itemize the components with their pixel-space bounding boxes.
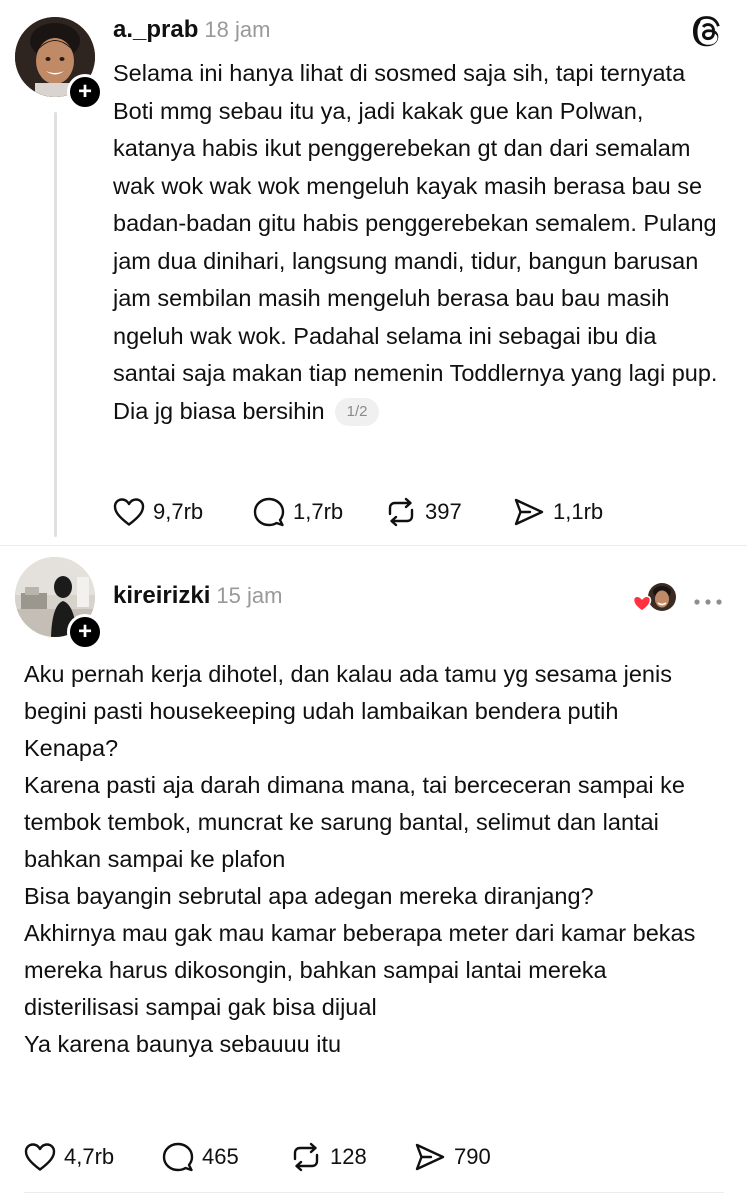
paragraph: Ya karena baunya sebauuu itu [24, 1031, 342, 1057]
repost-button[interactable]: 397 [385, 497, 513, 527]
repost-icon [293, 1142, 319, 1172]
reply-button[interactable]: 1,7rb [253, 496, 385, 528]
username[interactable]: a._prab [113, 16, 198, 44]
repost-count: 397 [425, 499, 462, 524]
post-actions: 4,7rb 465 128 790 [24, 1141, 534, 1173]
post-divider [24, 1192, 724, 1193]
post-body: Selama ini hanya lihat di sosmed saja si… [113, 55, 723, 430]
reply-count: 465 [202, 1144, 239, 1169]
like-count: 4,7rb [64, 1144, 115, 1169]
share-count: 790 [454, 1144, 491, 1169]
paragraph: Aku pernah kerja dihotel, dan kalau ada … [24, 661, 672, 724]
post-header: kireirizki 15 jam [113, 582, 282, 610]
reply-count: 1,7rb [293, 499, 344, 524]
username[interactable]: kireirizki [113, 582, 210, 610]
repost-count: 128 [330, 1144, 367, 1169]
paragraph: Kenapa? [24, 735, 119, 761]
reply-button[interactable]: 465 [162, 1141, 290, 1173]
share-button[interactable]: 1,1rb [513, 497, 633, 527]
threads-logo-icon[interactable] [693, 16, 725, 48]
page-indicator[interactable]: 1/2 [334, 398, 380, 427]
timestamp: 15 jam [216, 583, 283, 608]
heart-icon [113, 498, 145, 526]
post-body: Aku pernah kerja dihotel, dan kalau ada … [24, 656, 724, 1063]
follow-button[interactable]: + [67, 614, 103, 650]
post-actions: 9,7rb 1,7rb 397 1,1rb [113, 496, 633, 528]
like-button[interactable]: 4,7rb [24, 1142, 162, 1172]
share-count: 1,1rb [553, 499, 604, 524]
repost-icon [388, 497, 414, 527]
post-text: Selama ini hanya lihat di sosmed saja si… [113, 60, 718, 424]
repost-button[interactable]: 128 [290, 1142, 414, 1172]
share-icon [415, 1143, 445, 1171]
share-button[interactable]: 790 [414, 1142, 534, 1172]
comment-icon [162, 1142, 194, 1172]
like-count: 9,7rb [153, 499, 204, 524]
share-icon [514, 498, 544, 526]
paragraph: Akhirnya mau gak mau kamar beberapa mete… [24, 920, 696, 1020]
liked-by-author-icon [632, 582, 680, 614]
heart-icon [24, 1143, 56, 1171]
follow-button[interactable]: + [67, 74, 103, 110]
like-button[interactable]: 9,7rb [113, 497, 253, 527]
more-icon[interactable] [692, 594, 724, 605]
timestamp: 18 jam [204, 17, 271, 42]
post-header: a._prab 18 jam [113, 16, 270, 44]
comment-icon [253, 497, 285, 527]
paragraph: Karena pasti aja darah dimana mana, tai … [24, 772, 685, 872]
thread-line [54, 112, 57, 537]
post-divider [0, 545, 747, 546]
paragraph: Bisa bayangin sebrutal apa adegan mereka… [24, 883, 594, 909]
